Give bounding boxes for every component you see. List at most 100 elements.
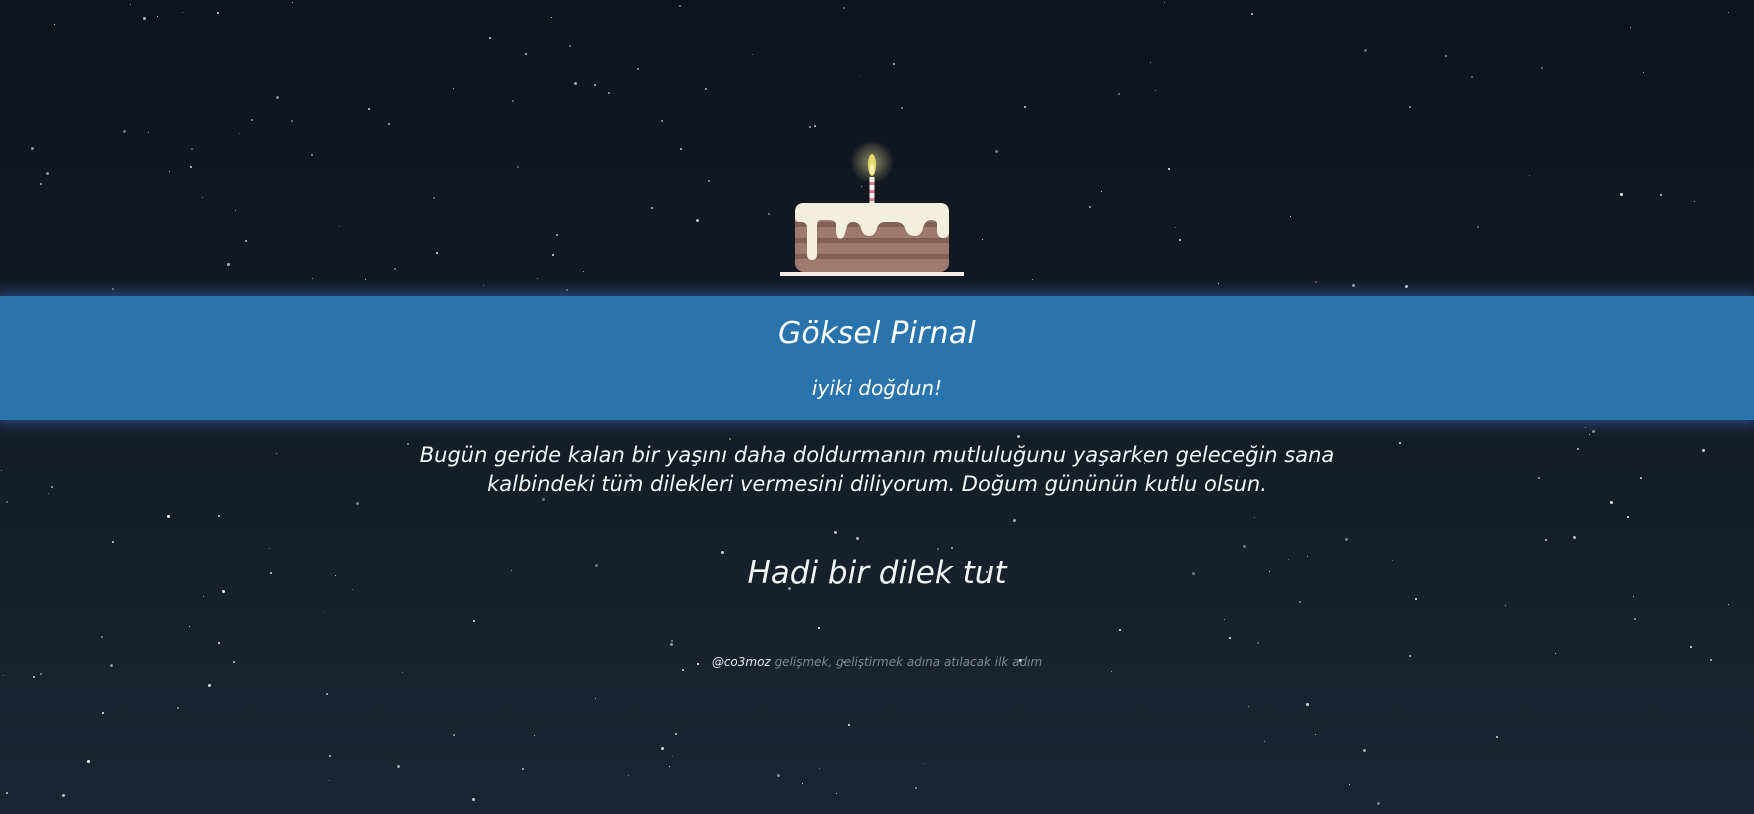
star <box>1224 619 1225 620</box>
star <box>752 54 753 55</box>
star <box>512 100 514 102</box>
star <box>661 120 663 122</box>
star <box>112 288 114 290</box>
star <box>312 278 313 279</box>
star <box>202 197 203 198</box>
star <box>1620 193 1623 196</box>
star <box>1089 206 1091 208</box>
star <box>1179 239 1181 241</box>
star <box>1315 281 1317 283</box>
star <box>40 183 42 185</box>
star <box>818 627 820 629</box>
author-handle-link[interactable]: @co3moz <box>712 655 771 669</box>
star <box>1634 618 1636 620</box>
star <box>1529 175 1530 176</box>
star <box>1349 784 1350 785</box>
star <box>1364 49 1367 52</box>
star <box>123 130 126 133</box>
star <box>834 531 837 534</box>
star <box>525 53 527 55</box>
star <box>537 278 538 279</box>
star <box>40 673 42 675</box>
star <box>1254 517 1255 518</box>
star <box>472 798 475 801</box>
star <box>809 126 811 128</box>
star <box>436 252 438 254</box>
star <box>402 672 403 673</box>
candle-icon <box>869 177 875 203</box>
star <box>394 268 396 270</box>
star <box>819 768 820 769</box>
star <box>1229 637 1231 639</box>
star <box>729 438 731 440</box>
star <box>276 96 279 99</box>
star <box>1728 604 1729 605</box>
star <box>203 596 204 597</box>
star <box>329 755 331 757</box>
star <box>705 88 707 90</box>
star <box>594 84 596 86</box>
star <box>1243 545 1246 548</box>
star <box>453 88 454 89</box>
star <box>1363 749 1366 752</box>
cake-illustration <box>780 140 964 276</box>
star <box>1013 519 1016 522</box>
star <box>182 12 183 13</box>
star <box>669 766 670 767</box>
cake-plate <box>780 272 964 276</box>
star <box>311 154 313 156</box>
star <box>157 16 158 17</box>
star <box>339 226 340 227</box>
star <box>1111 671 1112 672</box>
birthday-cake-icon[interactable] <box>777 132 967 277</box>
star <box>102 712 104 714</box>
make-a-wish-prompt[interactable]: Hadi bir dilek tut <box>0 555 1754 591</box>
star <box>54 24 55 25</box>
star <box>1728 12 1729 13</box>
star <box>169 171 170 172</box>
star <box>101 636 103 638</box>
star <box>682 669 684 671</box>
star <box>1660 194 1662 196</box>
star <box>329 780 330 781</box>
celebrant-name: Göksel Pirnal <box>777 316 977 351</box>
star <box>1471 76 1473 78</box>
star <box>1630 27 1631 28</box>
star <box>251 119 253 121</box>
star <box>679 5 681 7</box>
star <box>628 775 629 776</box>
star <box>1633 596 1634 597</box>
star <box>227 263 230 266</box>
star <box>670 643 673 646</box>
star <box>1024 106 1026 108</box>
star <box>517 166 519 168</box>
star <box>1155 90 1156 91</box>
star <box>1555 653 1556 654</box>
star <box>1168 168 1170 170</box>
star <box>595 698 596 699</box>
star <box>112 541 114 543</box>
star <box>802 783 803 784</box>
star <box>1377 802 1380 805</box>
star <box>534 735 535 736</box>
star <box>1445 55 1447 57</box>
star <box>62 794 65 797</box>
star <box>1299 601 1301 603</box>
birthday-message: Bugün geride kalan bir yaşını daha doldu… <box>0 441 1754 499</box>
star <box>1345 538 1348 541</box>
star <box>995 150 998 153</box>
footer-credit: @co3moz gelişmek, geliştirmek adına atıl… <box>0 655 1754 669</box>
star <box>675 733 677 735</box>
star <box>1405 285 1408 288</box>
star <box>148 132 149 133</box>
star <box>556 234 558 236</box>
star <box>489 37 491 39</box>
star <box>189 626 190 627</box>
star <box>901 107 903 109</box>
star <box>1218 283 1219 284</box>
star <box>1101 191 1102 192</box>
star <box>433 197 435 199</box>
star <box>1017 435 1020 438</box>
star <box>696 219 699 222</box>
star <box>1248 706 1249 707</box>
